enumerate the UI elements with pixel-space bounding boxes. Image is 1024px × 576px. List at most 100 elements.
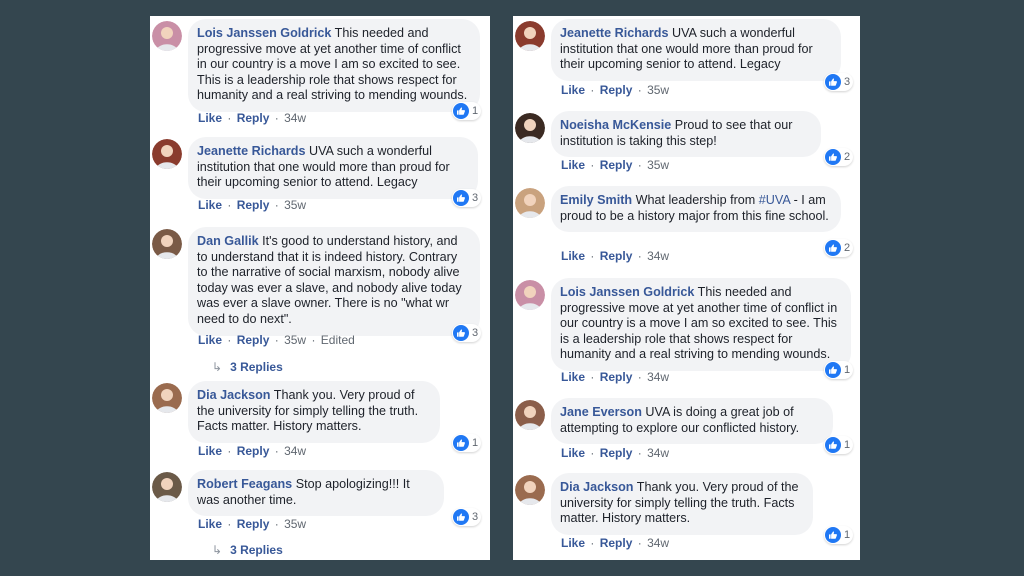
comment-author[interactable]: Lois Janssen Goldrick <box>560 285 694 299</box>
like-reaction-icon <box>825 527 841 543</box>
avatar[interactable] <box>152 21 182 51</box>
like-link[interactable]: Like <box>561 536 585 550</box>
comment-bubble: Emily Smith What leadership from #UVA - … <box>551 186 841 233</box>
comment-bubble: Robert Feagans Stop apologizing!!! It wa… <box>188 470 444 517</box>
like-link[interactable]: Like <box>561 249 585 263</box>
like-link[interactable]: Like <box>561 370 585 384</box>
avatar-icon <box>515 280 545 310</box>
reply-link[interactable]: Reply <box>600 249 633 263</box>
reply-link[interactable]: Reply <box>237 111 270 125</box>
reaction-count[interactable]: 3 <box>824 73 854 91</box>
avatar[interactable] <box>152 139 182 169</box>
like-link[interactable]: Like <box>198 111 222 125</box>
like-link[interactable]: Like <box>198 333 222 347</box>
reply-link[interactable]: Reply <box>600 370 633 384</box>
reaction-count[interactable]: 1 <box>824 436 854 454</box>
reaction-number: 2 <box>844 242 851 254</box>
comment-time[interactable]: 34w <box>284 111 306 125</box>
like-link[interactable]: Like <box>561 158 585 172</box>
avatar[interactable] <box>515 280 545 310</box>
comment-bubble: Lois Janssen Goldrick This needed and pr… <box>551 278 851 371</box>
comment-bubble: Dia Jackson Thank you. Very proud of the… <box>551 473 813 535</box>
comment-actions: Like · Reply · 35w <box>561 158 669 172</box>
reply-link[interactable]: Reply <box>237 517 270 531</box>
comment-time[interactable]: 35w <box>284 517 306 531</box>
avatar[interactable] <box>515 21 545 51</box>
comment-actions: Like · Reply · 35w <box>198 198 306 212</box>
avatar[interactable] <box>152 383 182 413</box>
separator: · <box>590 83 595 97</box>
reaction-count[interactable]: 3 <box>452 324 482 342</box>
comment-author[interactable]: Lois Janssen Goldrick <box>197 26 331 40</box>
avatar[interactable] <box>515 475 545 505</box>
comment-author[interactable]: Dia Jackson <box>560 480 634 494</box>
like-link[interactable]: Like <box>561 83 585 97</box>
comment-author[interactable]: Dan Gallik <box>197 234 259 248</box>
separator: · <box>227 333 232 347</box>
reaction-number: 1 <box>844 529 851 541</box>
avatar[interactable] <box>515 113 545 143</box>
comment-bubble: Dia Jackson Thank you. Very proud of the… <box>188 381 440 443</box>
comment-time[interactable]: 34w <box>647 370 669 384</box>
comment-author[interactable]: Jeanette Richards <box>197 144 306 158</box>
comment-time[interactable]: 34w <box>647 446 669 460</box>
comment-author[interactable]: Emily Smith <box>560 193 632 207</box>
comment-time[interactable]: 35w <box>647 83 669 97</box>
view-replies-link[interactable]: ↳ 3 Replies <box>212 543 283 557</box>
avatar-icon <box>515 188 545 218</box>
replies-count: 3 Replies <box>230 543 283 557</box>
reaction-count[interactable]: 1 <box>824 361 854 379</box>
reaction-count[interactable]: 3 <box>452 189 482 207</box>
separator: · <box>590 158 595 172</box>
comment-author[interactable]: Noeisha McKensie <box>560 118 671 132</box>
reaction-number: 1 <box>844 364 851 376</box>
reply-link[interactable]: Reply <box>237 333 270 347</box>
avatar[interactable] <box>515 188 545 218</box>
reaction-number: 3 <box>472 511 479 523</box>
comment-author[interactable]: Dia Jackson <box>197 388 271 402</box>
comment-bubble: Noeisha McKensie Proud to see that our i… <box>551 111 821 158</box>
like-link[interactable]: Like <box>198 517 222 531</box>
like-reaction-icon <box>453 435 469 451</box>
avatar-icon <box>152 383 182 413</box>
comment-time[interactable]: 34w <box>647 249 669 263</box>
comment-author[interactable]: Robert Feagans <box>197 477 292 491</box>
reaction-count[interactable]: 3 <box>452 508 482 526</box>
like-link[interactable]: Like <box>198 198 222 212</box>
like-link[interactable]: Like <box>198 444 222 458</box>
reaction-count[interactable]: 1 <box>452 434 482 452</box>
comment-time[interactable]: 34w <box>647 536 669 550</box>
comment-time[interactable]: 35w <box>284 333 306 347</box>
reply-arrow-icon: ↳ <box>212 360 223 374</box>
reaction-count[interactable]: 1 <box>824 526 854 544</box>
separator: · <box>637 249 642 263</box>
avatar[interactable] <box>515 400 545 430</box>
separator: · <box>590 370 595 384</box>
like-link[interactable]: Like <box>561 446 585 460</box>
separator: · <box>590 446 595 460</box>
reaction-count[interactable]: 1 <box>452 102 482 120</box>
reply-link[interactable]: Reply <box>600 158 633 172</box>
separator: · <box>637 370 642 384</box>
comment-actions: Like · Reply · 34w <box>561 446 669 460</box>
comment-time[interactable]: 35w <box>647 158 669 172</box>
separator: · <box>274 111 279 125</box>
comment-time[interactable]: 34w <box>284 444 306 458</box>
comment-time[interactable]: 35w <box>284 198 306 212</box>
reply-link[interactable]: Reply <box>600 536 633 550</box>
comment-author[interactable]: Jane Everson <box>560 405 642 419</box>
view-replies-link[interactable]: ↳ 3 Replies <box>212 360 283 374</box>
reply-link[interactable]: Reply <box>237 444 270 458</box>
reaction-count[interactable]: 2 <box>824 239 854 257</box>
avatar[interactable] <box>152 229 182 259</box>
reply-link[interactable]: Reply <box>237 198 270 212</box>
reply-link[interactable]: Reply <box>600 83 633 97</box>
reaction-count[interactable]: 2 <box>824 148 854 166</box>
like-reaction-icon <box>453 325 469 341</box>
comment-bubble: Jeanette Richards UVA such a wonderful i… <box>188 137 478 199</box>
avatar[interactable] <box>152 472 182 502</box>
reply-link[interactable]: Reply <box>600 446 633 460</box>
comment-author[interactable]: Jeanette Richards <box>560 26 669 40</box>
hashtag-link[interactable]: #UVA <box>759 193 790 207</box>
separator: · <box>637 158 642 172</box>
